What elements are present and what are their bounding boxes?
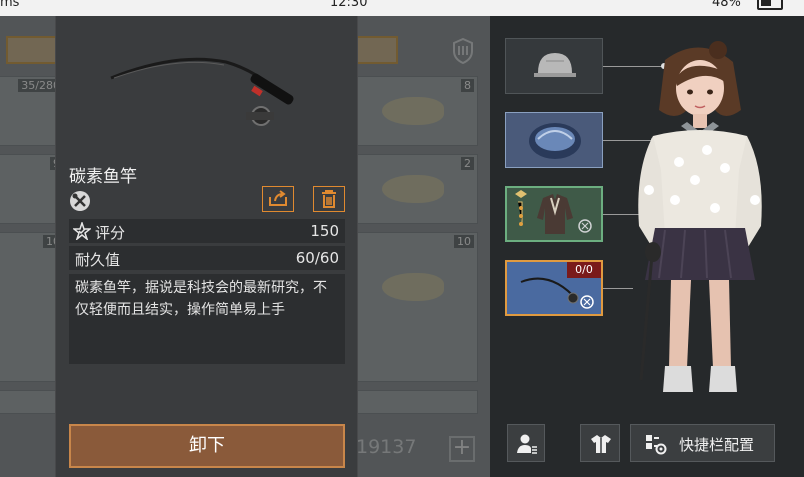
crossed-tools-icon: [69, 190, 91, 212]
fishing-rod-image: [56, 16, 359, 156]
status-time: 12:30: [330, 0, 368, 10]
delete-button[interactable]: [313, 186, 345, 212]
fishing-rod-slot[interactable]: 0/0: [505, 260, 603, 316]
profile-button[interactable]: [507, 424, 545, 462]
cap-icon: [534, 53, 576, 77]
armor-icon: [529, 123, 581, 159]
item-detail-panel: 碳素鱼竿 评分 150 耐久值 60/60 碳素鱼竿，据说是科技会的最新研究，不…: [55, 16, 358, 477]
trash-icon: [322, 190, 336, 208]
quickbar-config-icon: [646, 435, 667, 455]
hat-slot[interactable]: [505, 38, 603, 94]
stat-rating: 评分 150: [69, 219, 345, 243]
outfit-icon: [591, 435, 611, 453]
jacket-icon: [515, 190, 592, 234]
item-description: 碳素鱼竿，据说是科技会的最新研究，不仅轻便而且结实，操作简单易上手: [69, 274, 345, 364]
character-model: [615, 40, 785, 410]
jacket-slot[interactable]: [505, 186, 603, 242]
quickbar-config-button[interactable]: 快捷栏配置: [630, 424, 775, 462]
stat-label: 评分: [95, 224, 126, 242]
status-bar: ms 12:30 48%: [0, 0, 804, 16]
quickbar-config-label: 快捷栏配置: [679, 436, 755, 454]
stat-value: 60/60: [295, 249, 339, 267]
profile-icon: [517, 434, 537, 454]
status-left-text: ms: [0, 0, 20, 10]
stat-value: 150: [310, 222, 339, 240]
share-button[interactable]: [262, 186, 294, 212]
character-panel: 0/0 快捷栏配置: [490, 16, 804, 477]
battery-percent: 48%: [712, 0, 741, 10]
item-name: 碳素鱼竿: [69, 167, 137, 187]
outfit-button[interactable]: [580, 424, 620, 462]
share-icon: [269, 190, 287, 206]
stat-label: 耐久值: [75, 251, 121, 269]
battery-icon: [757, 0, 783, 10]
rating-star-icon: [73, 222, 91, 240]
stat-durability: 耐久值 60/60: [69, 246, 345, 270]
armor-slot[interactable]: [505, 112, 603, 168]
durability-badge: 0/0: [567, 262, 601, 278]
unequip-button[interactable]: 卸下: [69, 424, 345, 468]
